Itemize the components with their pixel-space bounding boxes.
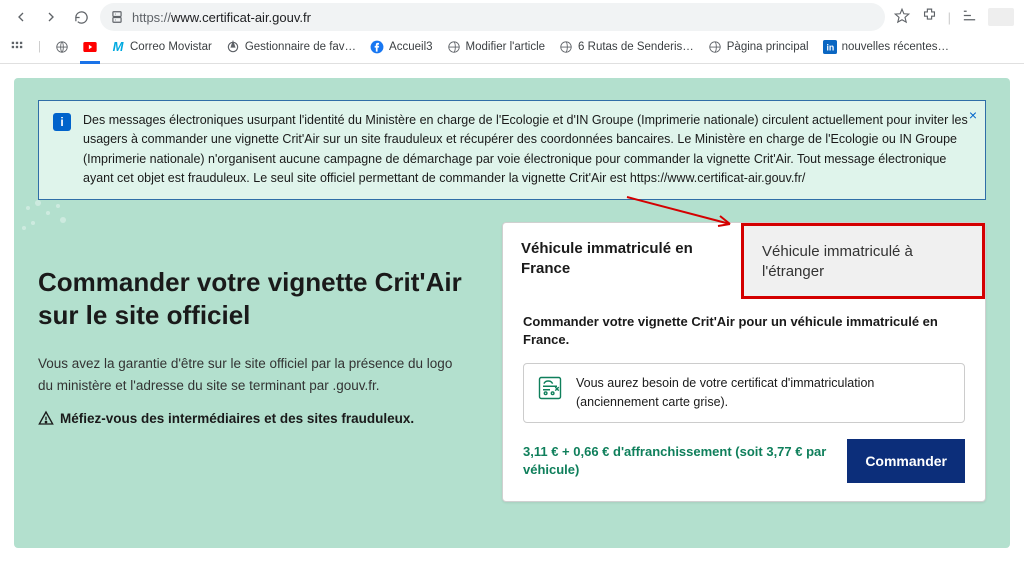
order-button[interactable]: Commander — [847, 439, 965, 483]
bookmark-item[interactable] — [55, 40, 69, 54]
card-subtitle: Commander votre vignette Crit'Air pour u… — [523, 313, 965, 349]
bookmark-item[interactable] — [83, 40, 97, 54]
vehicle-document-icon — [536, 374, 564, 402]
svg-text:in: in — [826, 42, 834, 52]
page-title: Commander votre vignette Crit'Air sur le… — [38, 266, 468, 334]
order-card: Véhicule immatriculé en France Véhicule … — [502, 222, 986, 502]
bookmark-item[interactable]: MCorreo Movistar — [111, 40, 212, 54]
apps-button[interactable] — [10, 40, 24, 54]
bookmark-item[interactable]: Pàgina principal — [708, 40, 809, 54]
document-requirement: Vous aurez besoin de votre certificat d'… — [523, 363, 965, 423]
browser-toolbar: https://www.certificat-air.gouv.fr | — [0, 0, 1024, 34]
bookmark-star-icon[interactable] — [893, 7, 911, 28]
tab-vehicle-foreign[interactable]: Véhicule immatriculé à l'étranger — [741, 223, 985, 300]
page-content: i Des messages électroniques usurpant l'… — [0, 64, 1024, 562]
back-button[interactable] — [10, 6, 32, 28]
alert-text: Des messages électroniques usurpant l'id… — [83, 111, 971, 189]
bookmarks-bar: | MCorreo Movistar Gestionnaire de fav… … — [0, 34, 1024, 64]
bookmark-item[interactable]: Gestionnaire de fav… — [226, 40, 356, 54]
url-text: https://www.certificat-air.gouv.fr — [132, 10, 311, 25]
profile-icon[interactable] — [988, 8, 1014, 26]
warning-icon — [38, 410, 54, 426]
reload-button[interactable] — [70, 6, 92, 28]
alert-close-button[interactable]: × — [969, 107, 977, 123]
bookmark-item[interactable]: 6 Rutas de Senderis… — [559, 40, 694, 54]
media-controls-icon[interactable] — [961, 7, 978, 27]
site-settings-icon — [110, 10, 124, 24]
hero-panel: i Des messages électroniques usurpant l'… — [14, 78, 1010, 548]
address-bar[interactable]: https://www.certificat-air.gouv.fr — [100, 3, 885, 31]
bookmark-item[interactable]: Modifier l'article — [447, 40, 546, 54]
fraud-warning: Méfiez-vous des intermédiaires et des si… — [38, 410, 468, 426]
vehicle-tabs: Véhicule immatriculé en France Véhicule … — [503, 223, 985, 300]
forward-button[interactable] — [40, 6, 62, 28]
tab-vehicle-france[interactable]: Véhicule immatriculé en France — [503, 223, 741, 300]
bookmark-item[interactable]: Accueil3 — [370, 40, 432, 54]
warning-alert: i Des messages électroniques usurpant l'… — [38, 100, 986, 200]
decorative-splatter-icon — [18, 198, 78, 238]
price-text: 3,11 € + 0,66 € d'affranchissement (soit… — [523, 443, 833, 479]
extension-icon[interactable] — [921, 7, 938, 27]
bookmark-item[interactable]: innouvelles récentes… — [823, 40, 949, 54]
intro-text: Vous avez la garantie d'être sur le site… — [38, 353, 468, 396]
intro-column: Commander votre vignette Crit'Air sur le… — [38, 222, 468, 427]
info-icon: i — [53, 113, 71, 131]
